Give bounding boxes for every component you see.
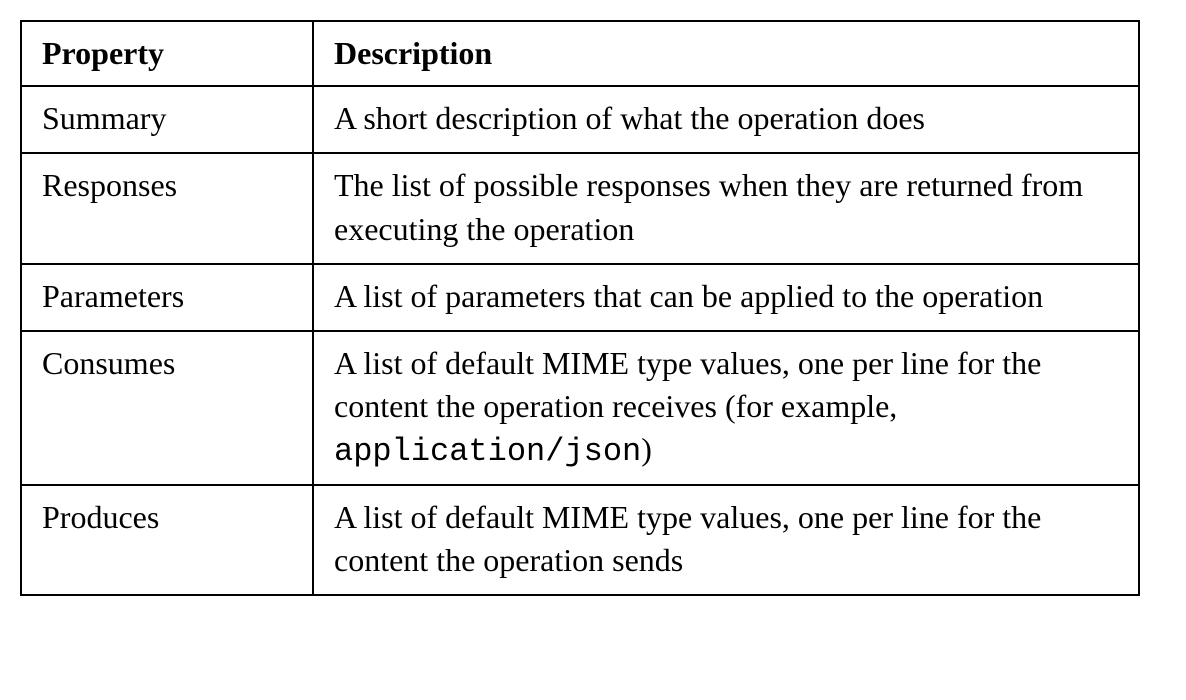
description-code: application/json [334, 433, 641, 470]
cell-description: A list of parameters that can be applied… [313, 264, 1139, 331]
description-text-post: ) [641, 431, 652, 467]
table-header-row: Property Description [21, 21, 1139, 86]
cell-property: Summary [21, 86, 313, 153]
cell-description: A list of default MIME type values, one … [313, 485, 1139, 595]
table-row: Summary A short description of what the … [21, 86, 1139, 153]
description-text: A short description of what the operatio… [334, 100, 925, 136]
header-property: Property [21, 21, 313, 86]
property-description-table: Property Description Summary A short des… [20, 20, 1140, 596]
cell-property: Parameters [21, 264, 313, 331]
table-row: Responses The list of possible responses… [21, 153, 1139, 263]
description-text: A list of parameters that can be applied… [334, 278, 1043, 314]
description-text: A list of default MIME type values, one … [334, 345, 1041, 424]
table-row: Produces A list of default MIME type val… [21, 485, 1139, 595]
description-text: The list of possible responses when they… [334, 167, 1083, 246]
cell-property: Responses [21, 153, 313, 263]
cell-description: A short description of what the operatio… [313, 86, 1139, 153]
cell-property: Consumes [21, 331, 313, 485]
cell-description: A list of default MIME type values, one … [313, 331, 1139, 485]
description-text: A list of default MIME type values, one … [334, 499, 1041, 578]
cell-property: Produces [21, 485, 313, 595]
header-description: Description [313, 21, 1139, 86]
table-row: Consumes A list of default MIME type val… [21, 331, 1139, 485]
cell-description: The list of possible responses when they… [313, 153, 1139, 263]
table-row: Parameters A list of parameters that can… [21, 264, 1139, 331]
